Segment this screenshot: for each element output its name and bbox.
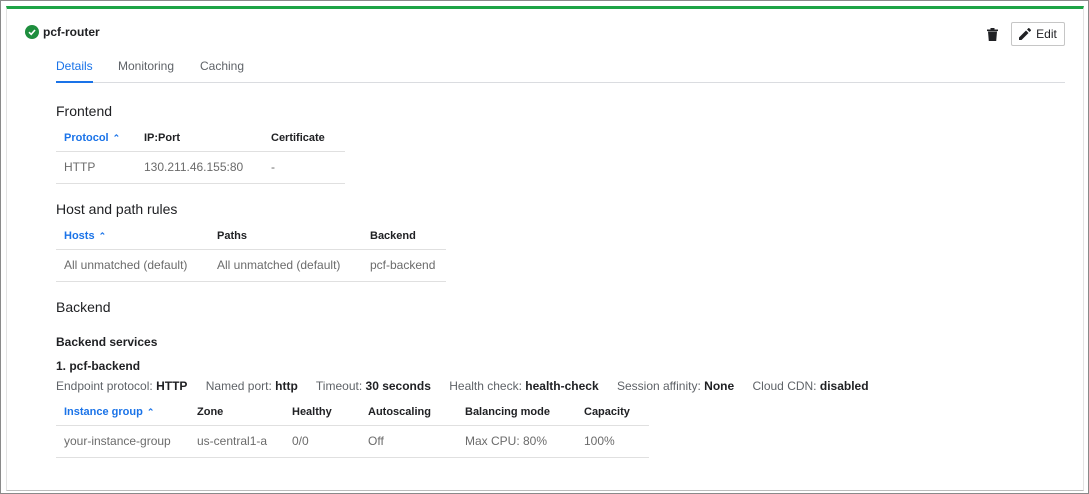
col-backend: Backend [362,223,446,250]
cell-hosts: All unmatched (default) [56,249,209,282]
sort-up-icon: ⌃ [146,406,155,417]
col-zone: Zone [189,399,284,426]
cell-ip-port: 130.211.46.155:80 [136,151,263,184]
col-balancing-mode: Balancing mode [457,399,576,426]
backend-service-name: 1. pcf-backend [56,359,141,373]
tab-monitoring[interactable]: Monitoring [118,59,174,83]
cloud-cdn-label: Cloud CDN: [752,379,817,393]
table-row: HTTP 130.211.46.155:80 - [56,151,345,184]
cell-instance-group: your-instance-group [56,425,189,458]
frontend-title: Frontend [56,103,113,119]
health-check-label: Health check: [449,379,522,393]
session-affinity-value: None [704,379,735,393]
page-title: pcf-router [43,25,100,39]
backend-table: Instance group ⌃ Zone Healthy Autoscaling… [56,399,649,458]
health-check-value: health-check [525,379,599,393]
table-row: All unmatched (default) All unmatched (d… [56,249,446,282]
cell-certificate: - [263,151,345,184]
col-protocol[interactable]: Protocol ⌃ [56,125,136,152]
tab-caching[interactable]: Caching [200,59,244,83]
cell-paths: All unmatched (default) [209,249,362,282]
cell-backend: pcf-backend [362,249,446,282]
tab-bar: Details Monitoring Caching [56,56,1065,83]
named-port-label: Named port: [205,379,272,393]
backend-services-heading: Backend services [56,335,158,349]
timeout-value: 30 seconds [365,379,431,393]
pencil-icon [1019,28,1032,40]
host-rules-table: Hosts ⌃ Paths Backend All unmatched (defa… [56,223,446,282]
col-ip-port: IP:Port [136,125,263,152]
sort-up-icon: ⌃ [112,132,121,143]
cell-capacity: 100% [576,425,649,458]
cell-healthy: 0/0 [284,425,360,458]
session-affinity-label: Session affinity: [616,379,701,393]
timeout-label: Timeout: [315,379,363,393]
details-panel: pcf-router Edit Details Monitoring Cachi… [0,0,1089,494]
sort-up-icon: ⌃ [98,230,107,241]
edit-button[interactable]: Edit [1011,22,1065,46]
resource-header: pcf-router [25,25,100,39]
col-instance-group[interactable]: Instance group ⌃ [56,399,189,426]
col-paths: Paths [209,223,362,250]
edit-label: Edit [1036,27,1057,41]
col-healthy: Healthy [284,399,360,426]
col-hosts[interactable]: Hosts ⌃ [56,223,209,250]
tab-details[interactable]: Details [56,59,93,83]
cell-balancing-mode: Max CPU: 80% [457,425,576,458]
trash-icon [986,27,998,41]
cell-protocol: HTTP [56,151,136,184]
frontend-table: Protocol ⌃ IP:Port Certificate HTTP 130.2… [56,125,345,184]
endpoint-protocol-value: HTTP [156,379,188,393]
delete-button[interactable] [984,26,1000,42]
check-circle-icon [25,25,39,39]
named-port-value: http [275,379,298,393]
cell-zone: us-central1-a [189,425,284,458]
cell-autoscaling: Off [360,425,457,458]
col-autoscaling: Autoscaling [360,399,457,426]
backend-title: Backend [56,299,111,315]
host-rules-title: Host and path rules [56,201,178,217]
cloud-cdn-value: disabled [819,379,869,393]
backend-properties: Endpoint protocol: HTTP Named port: http… [56,379,869,393]
col-capacity: Capacity [576,399,649,426]
table-row: your-instance-group us-central1-a 0/0 Of… [56,425,649,458]
endpoint-protocol-label: Endpoint protocol: [56,379,153,393]
col-certificate: Certificate [263,125,345,152]
